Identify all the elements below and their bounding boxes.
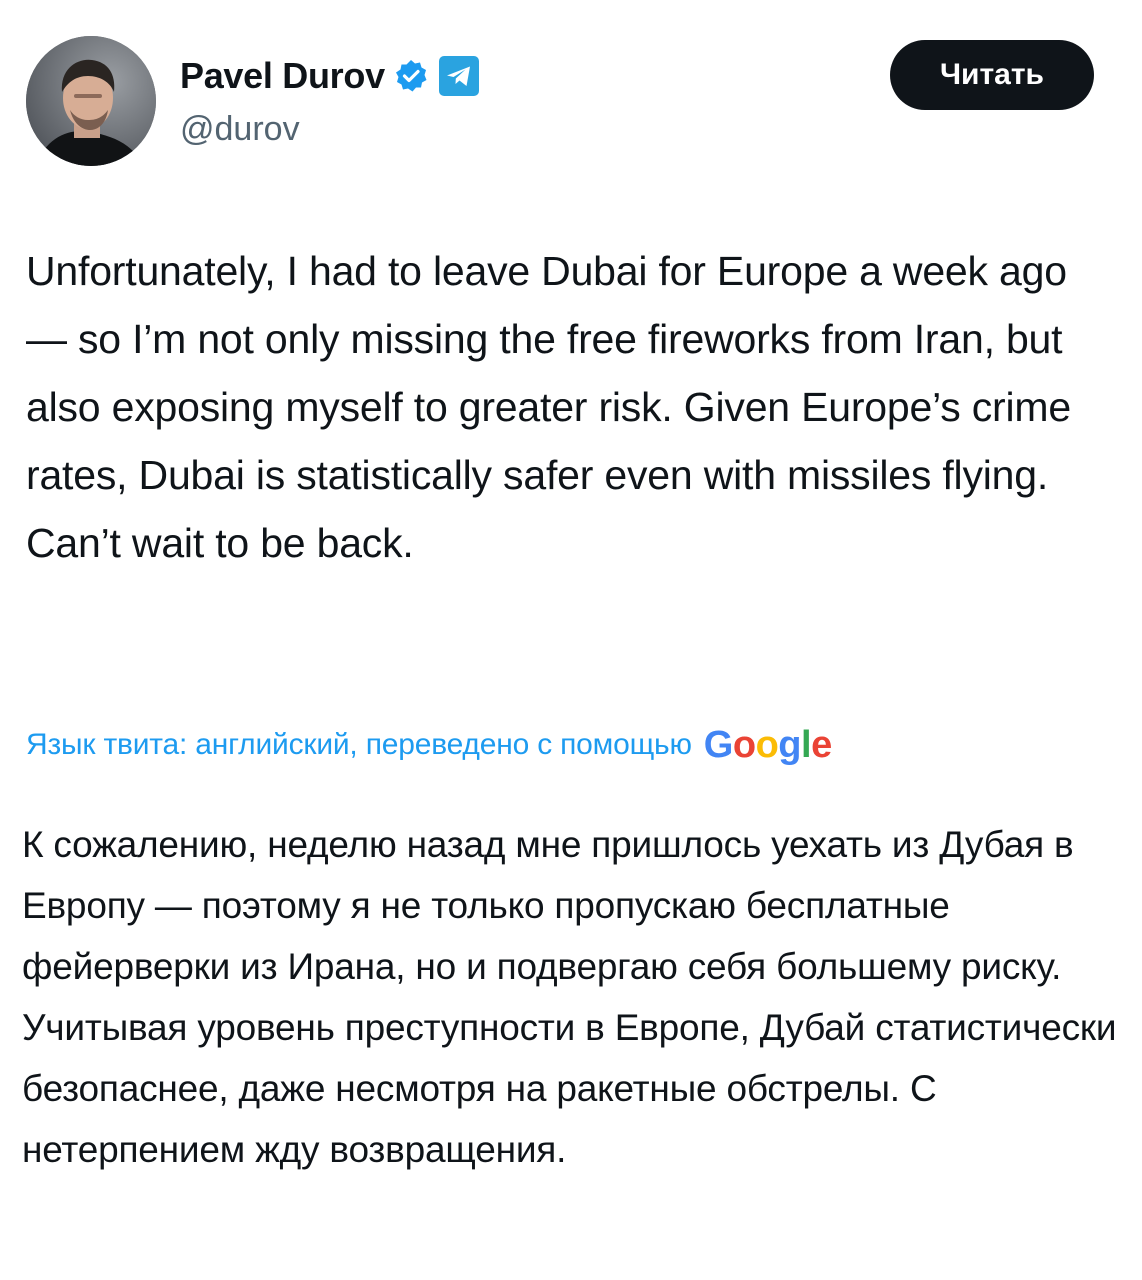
tweet-header: Pavel Durov @durov Читать <box>26 36 1094 168</box>
google-logo: Google <box>703 723 832 766</box>
translation-info-link[interactable]: Язык твита: английский, переведено с пом… <box>26 728 692 762</box>
author-name-row: Pavel Durov <box>180 52 481 100</box>
profile-photo <box>26 36 156 166</box>
author-handle[interactable]: @durov <box>180 110 300 149</box>
translation-note: Язык твита: английский, переведено с пом… <box>26 722 832 768</box>
verified-check-icon <box>393 58 429 94</box>
author-name[interactable]: Pavel Durov <box>180 55 385 97</box>
telegram-icon[interactable] <box>437 54 481 98</box>
avatar[interactable] <box>26 36 156 166</box>
tweet-text: Unfortunately, I had to leave Dubai for … <box>26 248 1071 566</box>
read-button[interactable]: Читать <box>890 40 1094 110</box>
translated-text: К сожалению, неделю назад мне пришлось у… <box>22 824 1117 1170</box>
